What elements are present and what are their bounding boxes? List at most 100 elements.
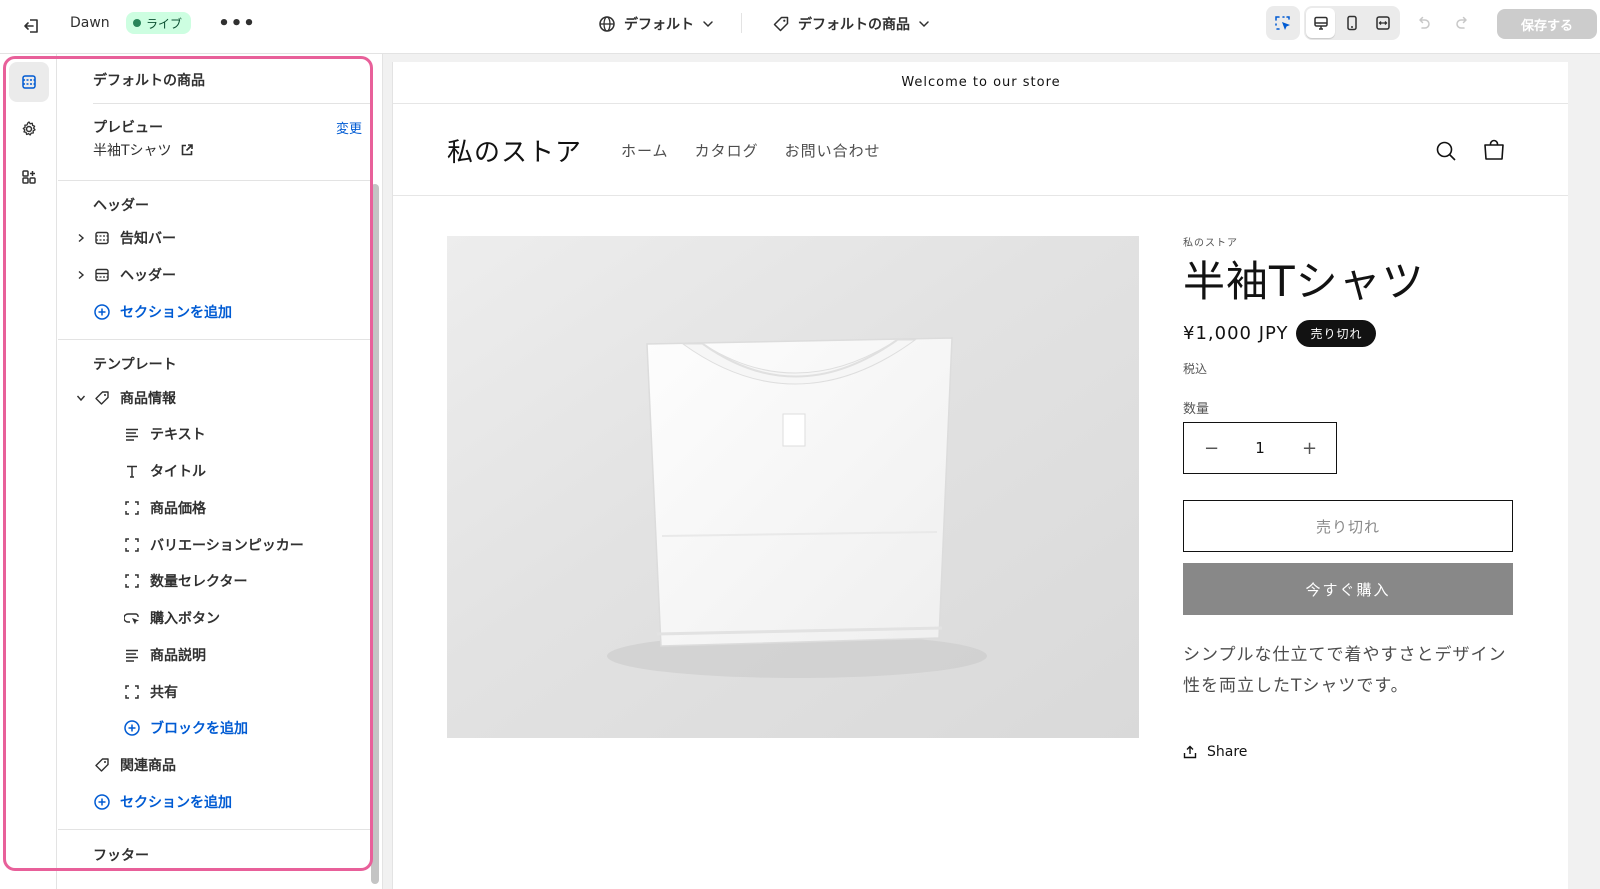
desktop-view-button[interactable] xyxy=(1306,8,1336,38)
block-text[interactable]: テキスト xyxy=(122,423,206,445)
header-group-label: ヘッダー xyxy=(93,198,149,214)
section-product-information[interactable]: 商品情報 xyxy=(74,387,176,409)
chevron-right-icon[interactable] xyxy=(76,270,86,280)
tshirt-image xyxy=(607,337,987,678)
mobile-icon xyxy=(1347,15,1357,31)
header-section-icon xyxy=(95,268,109,282)
buy-now-button[interactable]: 今すぐ購入 xyxy=(1183,563,1513,615)
quantity-label: 数量 xyxy=(1183,402,1210,417)
preview-product[interactable]: 半袖Tシャツ xyxy=(93,140,194,160)
footer-group-label: フッター xyxy=(93,848,149,864)
block-label: テキスト xyxy=(150,427,206,443)
block-label: 共有 xyxy=(150,685,178,701)
chevron-down-icon[interactable] xyxy=(76,393,86,403)
theme-selector[interactable]: デフォルト xyxy=(598,12,714,36)
sidebar-rail xyxy=(0,54,57,889)
product-image[interactable] xyxy=(447,236,1139,738)
block-title[interactable]: タイトル xyxy=(122,460,206,482)
block-label: 商品価格 xyxy=(150,501,206,517)
fullscreen-view-button[interactable] xyxy=(1369,8,1398,38)
block-label: バリエーションピッカー xyxy=(150,538,304,554)
nav-home[interactable]: ホーム xyxy=(621,140,669,161)
store-header: 私のストア ホーム カタログ お問い合わせ xyxy=(393,104,1568,196)
undo-button[interactable] xyxy=(1410,10,1436,36)
announcement-bar: Welcome to our store xyxy=(393,62,1568,104)
add-block-label: ブロックを追加 xyxy=(150,721,248,737)
external-link-icon[interactable] xyxy=(180,143,194,157)
plus-circle-icon xyxy=(94,304,110,320)
add-section-label: セクションを追加 xyxy=(120,795,232,811)
add-section-template-button[interactable]: セクションを追加 xyxy=(92,791,232,813)
theme-settings-tab[interactable] xyxy=(9,109,49,149)
live-status-badge: ライブ xyxy=(126,12,192,34)
share-button[interactable]: Share xyxy=(1183,744,1247,760)
quantity-increase-button[interactable]: + xyxy=(1302,438,1317,459)
product-price-row: ¥1,000 JPY 売り切れ xyxy=(1183,320,1377,347)
product-vendor: 私のストア xyxy=(1183,238,1238,249)
block-frame-icon xyxy=(125,574,139,588)
template-selector[interactable]: デフォルトの商品 xyxy=(772,12,930,36)
theme-name: Dawn xyxy=(70,15,110,31)
preview-product-name: 半袖Tシャツ xyxy=(93,143,172,159)
cart-icon[interactable] xyxy=(1481,138,1507,164)
sections-panel: デフォルトの商品 プレビュー 変更 半袖Tシャツ ヘッダー 告知バー ヘッダー … xyxy=(58,54,370,889)
search-icon[interactable] xyxy=(1433,138,1459,164)
block-label: 商品説明 xyxy=(150,648,206,664)
exit-button[interactable] xyxy=(18,12,46,40)
plus-circle-icon xyxy=(124,720,140,736)
block-quantity-selector[interactable]: 数量セレクター xyxy=(122,570,247,592)
live-badge-label: ライブ xyxy=(146,16,183,31)
redo-icon xyxy=(1456,16,1467,29)
nav-contact[interactable]: お問い合わせ xyxy=(785,140,881,161)
add-block-button[interactable]: ブロックを追加 xyxy=(122,717,248,739)
inspector-toggle-button[interactable] xyxy=(1266,6,1300,40)
block-price[interactable]: 商品価格 xyxy=(122,497,206,519)
block-description[interactable]: 商品説明 xyxy=(122,644,206,666)
save-button[interactable]: 保存する xyxy=(1497,9,1597,39)
store-logo[interactable]: 私のストア xyxy=(447,132,582,169)
chevron-down-icon xyxy=(703,21,713,28)
theme-selector-label: デフォルト xyxy=(624,17,694,33)
block-frame-icon xyxy=(125,501,139,515)
block-label: 数量セレクター xyxy=(150,574,248,590)
section-related-products[interactable]: 関連商品 xyxy=(92,754,176,776)
section-announcement-bar[interactable]: 告知バー xyxy=(74,227,176,249)
apps-icon xyxy=(22,170,36,184)
section-header[interactable]: ヘッダー xyxy=(74,264,176,286)
text-lines-icon xyxy=(126,428,138,441)
product-price: ¥1,000 JPY xyxy=(1183,323,1289,344)
sold-out-badge: 売り切れ xyxy=(1296,320,1377,347)
divider xyxy=(93,103,370,104)
block-frame-icon xyxy=(125,685,139,699)
add-section-header-button[interactable]: セクションを追加 xyxy=(92,301,232,323)
exit-icon xyxy=(24,19,38,33)
apps-tab[interactable] xyxy=(9,157,49,197)
announcement-bar-icon xyxy=(95,231,109,245)
mobile-view-button[interactable] xyxy=(1337,8,1366,38)
divider xyxy=(58,180,370,181)
block-share[interactable]: 共有 xyxy=(122,681,178,703)
panel-scrollbar-thumb[interactable] xyxy=(371,184,379,884)
more-actions-button[interactable]: ••• xyxy=(218,12,255,34)
change-preview-link[interactable]: 変更 xyxy=(336,118,362,137)
text-lines-icon xyxy=(126,649,138,662)
nav-catalog[interactable]: カタログ xyxy=(695,140,759,161)
block-buy-buttons[interactable]: 購入ボタン xyxy=(122,607,220,629)
product-title: 半袖Tシャツ xyxy=(1183,257,1425,306)
block-variant-picker[interactable]: バリエーションピッカー xyxy=(122,534,304,556)
plus-circle-icon xyxy=(94,794,110,810)
select-cursor-icon xyxy=(1275,16,1290,30)
preview-label: プレビュー xyxy=(93,120,163,136)
sold-out-button[interactable]: 売り切れ xyxy=(1183,500,1513,552)
chevron-right-icon[interactable] xyxy=(76,233,86,243)
divider xyxy=(58,339,370,340)
section-label: 告知バー xyxy=(120,231,176,247)
quantity-decrease-button[interactable]: − xyxy=(1204,438,1219,459)
section-label: ヘッダー xyxy=(120,268,176,284)
quantity-input[interactable]: 1 xyxy=(1255,439,1265,457)
section-label: 商品情報 xyxy=(120,391,176,407)
sections-tab[interactable] xyxy=(9,62,49,102)
share-label: Share xyxy=(1207,744,1248,760)
topbar-divider xyxy=(741,13,742,33)
redo-button[interactable] xyxy=(1450,10,1476,36)
